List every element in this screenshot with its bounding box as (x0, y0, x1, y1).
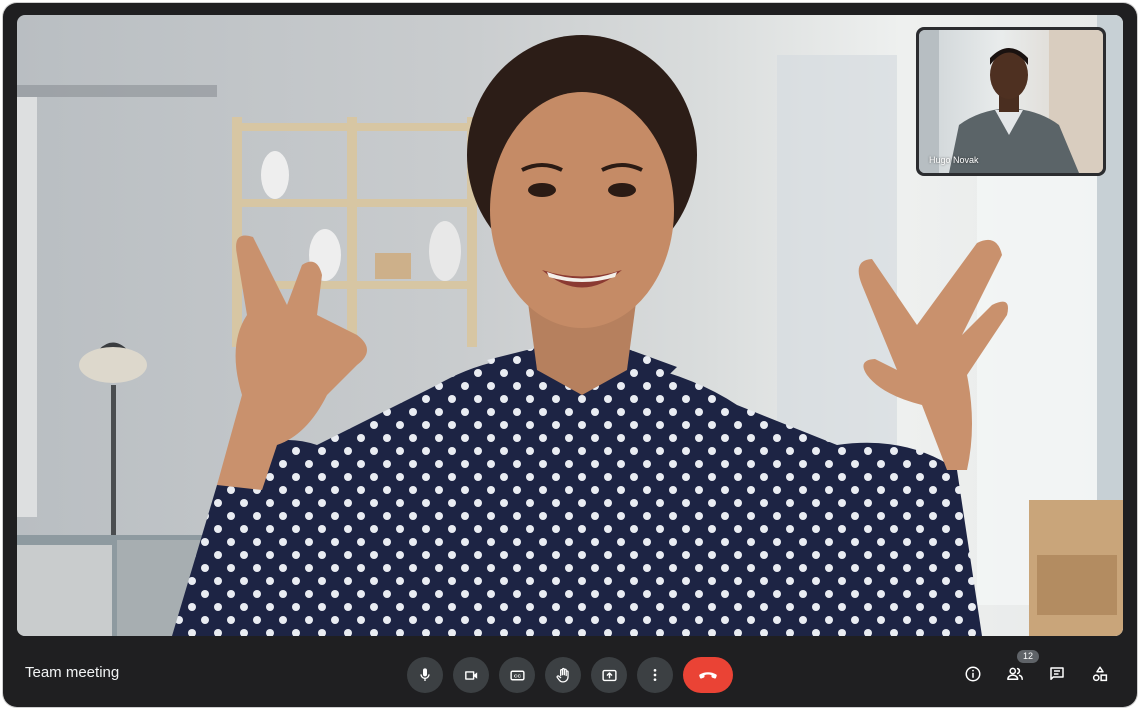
pip-participant-name: Hugo Novak (929, 155, 979, 165)
info-icon (965, 666, 981, 682)
camera-button[interactable] (453, 657, 489, 693)
call-end-icon (699, 672, 717, 679)
videocam-icon (464, 670, 477, 680)
meeting-info-button[interactable] (955, 656, 991, 692)
leave-call-button[interactable] (683, 657, 733, 693)
pip-video-image (919, 30, 1103, 173)
chat-button[interactable] (1039, 656, 1075, 692)
control-bar: Team meeting CC 12 (3, 636, 1137, 707)
mic-icon (420, 668, 430, 681)
captions-button[interactable]: CC (499, 657, 535, 693)
microphone-button[interactable] (407, 657, 443, 693)
meeting-window: Hugo Novak Team meeting CC 12 (3, 3, 1137, 707)
closed-caption-icon: CC (509, 670, 525, 680)
activities-button[interactable] (1082, 656, 1118, 692)
present-screen-icon (601, 669, 617, 681)
more-options-button[interactable] (637, 657, 673, 693)
self-view-tile[interactable]: Hugo Novak (916, 27, 1106, 176)
activities-icon (1092, 666, 1108, 682)
pip-video: Hugo Novak (919, 30, 1103, 173)
more-vert-icon (653, 669, 657, 681)
present-button[interactable] (591, 657, 627, 693)
participant-count-badge: 12 (1017, 650, 1039, 663)
hand-icon (555, 667, 569, 683)
people-icon (1007, 667, 1023, 680)
meeting-title: Team meeting (25, 664, 120, 681)
svg-text:CC: CC (513, 673, 521, 679)
chat-icon (1050, 667, 1064, 680)
raise-hand-button[interactable] (545, 657, 581, 693)
participants-button[interactable]: 12 (997, 650, 1039, 692)
